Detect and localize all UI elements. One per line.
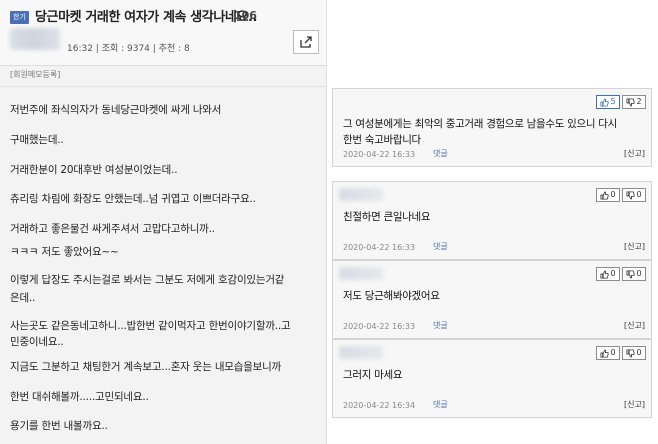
body-line: 사는곳도 같은동네고하니...밥한번 같이먹자고 한번이야기할까..고 <box>10 320 291 332</box>
body-line: 츄리링 차림에 화장도 안했는데..넘 귀엽고 이쁘더라구요.. <box>10 193 256 205</box>
downvote-button[interactable]: 0 <box>622 267 646 281</box>
body-line: 한번 대쉬해볼까.....고민되네요.. <box>10 391 149 403</box>
upvote-button[interactable]: 0 <box>596 267 620 281</box>
upvote-button[interactable]: 0 <box>596 188 620 202</box>
member-memo-link[interactable]: [회원메모등록] <box>10 69 60 80</box>
body-line: 거래한분이 20대후반 여성분이었는데.. <box>10 164 178 176</box>
comment-item: 5 2 그 여성분에게는 최악의 중고거래 경험으로 남을수도 있으니 다시 한… <box>332 88 652 167</box>
upvote-count: 0 <box>610 269 616 278</box>
comment-text-line: 한번 숙고바랍니다 <box>343 134 421 146</box>
report-link[interactable]: [신고] <box>624 320 645 331</box>
share-button[interactable] <box>293 30 319 54</box>
comment-item: 0 0 그러지 마세요 2020-04-22 16:34 댓글 [신고] <box>332 339 652 418</box>
post-header: 한기 당근마켓 거래한 여자가 계속 생각나네요.. 106 16:32 | 조… <box>0 0 326 66</box>
post-panel: 한기 당근마켓 거래한 여자가 계속 생각나네요.. 106 16:32 | 조… <box>0 0 327 444</box>
downvote-count: 0 <box>636 269 642 278</box>
downvote-button[interactable]: 0 <box>622 346 646 360</box>
comment-text-line: 그 여성분에게는 최악의 중고거래 경험으로 남을수도 있으니 다시 <box>343 118 617 130</box>
comment-date: 2020-04-22 16:33 <box>343 322 416 331</box>
thumbs-down-icon <box>626 348 635 358</box>
reply-count: 106 <box>234 9 257 22</box>
thumbs-up-icon <box>600 348 609 358</box>
comment-text-line: 친절하면 큰일나네요 <box>343 211 431 223</box>
upvote-count: 0 <box>610 348 616 357</box>
comment-text: 그러지 마세요 <box>343 367 403 383</box>
body-line: 지금도 그분하고 채팅한거 계속보고...혼자 웃는 내모습을보니까 <box>10 361 282 373</box>
downvote-button[interactable]: 2 <box>622 95 646 109</box>
downvote-button[interactable]: 0 <box>622 188 646 202</box>
comment-text-line: 그러지 마세요 <box>343 369 403 381</box>
comment-date: 2020-04-22 16:34 <box>343 401 416 410</box>
body-line: ㅋㅋㅋ 저도 좋았어요~~ <box>10 246 119 258</box>
body-line: 용기를 한번 내볼까요.. <box>10 420 108 432</box>
report-link[interactable]: [신고] <box>624 241 645 252</box>
author-blurred <box>10 28 60 50</box>
thumbs-down-icon <box>626 190 635 200</box>
upvote-button[interactable]: 5 <box>596 95 620 109</box>
downvote-count: 0 <box>636 190 642 199</box>
thumbs-up-icon <box>600 190 609 200</box>
downvote-count: 2 <box>636 97 642 106</box>
body-line: 민중이네요.. <box>10 336 64 348</box>
comment-date: 2020-04-22 16:33 <box>343 243 416 252</box>
comment-text: 친절하면 큰일나네요 <box>343 209 431 225</box>
reply-link[interactable]: 댓글 <box>433 399 448 410</box>
report-link[interactable]: [신고] <box>624 399 645 410</box>
body-line: 거래하고 좋은물건 싸게주셔서 고맙다고하니까.. <box>10 223 215 235</box>
comment-item: 0 0 친절하면 큰일나네요 2020-04-22 16:33 댓글 [신고] <box>332 181 652 260</box>
report-link[interactable]: [신고] <box>624 148 645 159</box>
body-line: 저번주에 좌식의자가 동네당근마켓에 싸게 나와서 <box>10 104 222 116</box>
comment-date: 2020-04-22 16:33 <box>343 150 416 159</box>
reply-link[interactable]: 댓글 <box>433 148 448 159</box>
thumbs-down-icon <box>626 269 635 279</box>
author-blurred <box>339 346 383 359</box>
category-badge: 한기 <box>10 11 29 24</box>
thumbs-down-icon <box>626 97 635 107</box>
author-blurred <box>339 267 383 280</box>
post-meta: 16:32 | 조회 : 9374 | 추천 : 8 <box>67 44 190 54</box>
comment-text: 저도 당근해봐야겠어요 <box>343 288 440 304</box>
upvote-count: 5 <box>610 97 616 106</box>
comment-item: 0 0 저도 당근해봐야겠어요 2020-04-22 16:33 댓글 [신고] <box>332 260 652 339</box>
downvote-count: 0 <box>636 348 642 357</box>
body-line: 구매했는데.. <box>10 134 64 146</box>
share-icon <box>300 36 312 48</box>
author-blurred <box>339 188 383 201</box>
reply-link[interactable]: 댓글 <box>433 241 448 252</box>
post-title: 당근마켓 거래한 여자가 계속 생각나네요.. <box>35 10 258 25</box>
upvote-button[interactable]: 0 <box>596 346 620 360</box>
thumbs-up-icon <box>600 97 609 107</box>
body-line: 이렇게 답장도 주시는걸로 봐서는 그분도 저에게 호감이있는거같 <box>10 274 285 286</box>
body-line: 은데.. <box>10 292 36 304</box>
comment-text-line: 저도 당근해봐야겠어요 <box>343 290 440 302</box>
thumbs-up-icon <box>600 269 609 279</box>
upvote-count: 0 <box>610 190 616 199</box>
comment-text: 그 여성분에게는 최악의 중고거래 경험으로 남을수도 있으니 다시 한번 숙고… <box>343 116 617 148</box>
divider <box>0 86 326 87</box>
comment-panel: 5 2 그 여성분에게는 최악의 중고거래 경험으로 남을수도 있으니 다시 한… <box>330 0 658 444</box>
reply-link[interactable]: 댓글 <box>433 320 448 331</box>
